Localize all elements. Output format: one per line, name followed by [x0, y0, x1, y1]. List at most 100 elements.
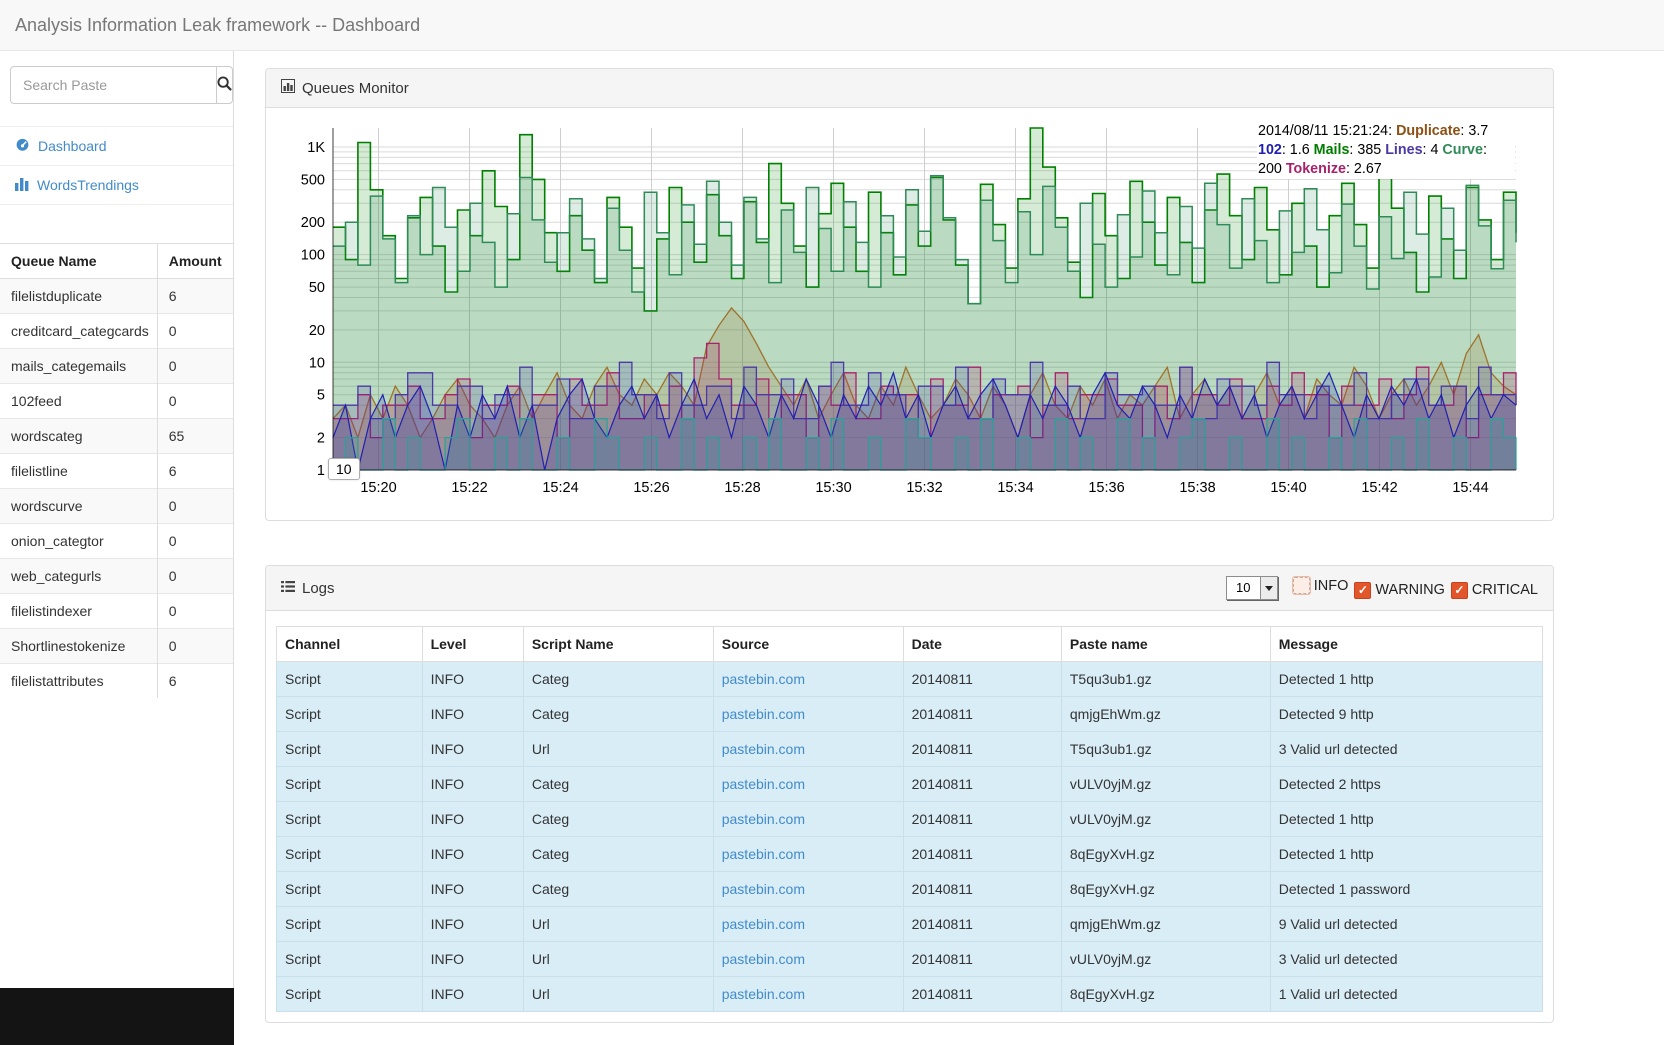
log-source-link[interactable]: pastebin.com [713, 872, 903, 907]
log-cell: INFO [422, 942, 523, 977]
svg-text:15:36: 15:36 [1088, 480, 1124, 496]
log-cell: Detected 2 https [1270, 767, 1542, 802]
log-cell: Script [277, 662, 423, 697]
svg-text:15:28: 15:28 [724, 480, 760, 496]
svg-text:15:30: 15:30 [815, 480, 851, 496]
filter-label: CRITICAL [1472, 582, 1538, 598]
log-cell: INFO [422, 767, 523, 802]
log-cell: INFO [422, 662, 523, 697]
log-source-link[interactable]: pastebin.com [713, 837, 903, 872]
top-navbar: Analysis Information Leak framework -- D… [0, 0, 1664, 51]
log-cell: 20140811 [903, 697, 1061, 732]
logs-column-header: Script Name [523, 627, 713, 662]
log-cell: Detected 9 http [1270, 697, 1542, 732]
svg-text:15:20: 15:20 [360, 480, 396, 496]
logs-column-header: Source [713, 627, 903, 662]
sidebar-item-label: Dashboard [38, 138, 107, 154]
sidebar: Dashboard WordsTrendings Queue Name Amou… [0, 51, 234, 1045]
search-group [10, 66, 223, 104]
queue-table-cell: 0 [157, 594, 233, 629]
svg-text:15:42: 15:42 [1361, 480, 1397, 496]
app-title: Analysis Information Leak framework -- D… [15, 15, 420, 36]
log-source-link[interactable]: pastebin.com [713, 662, 903, 697]
log-cell: 3 Valid url detected [1270, 942, 1542, 977]
queue-table-cell: mails_categemails [0, 349, 157, 384]
log-cell: T5qu3ub1.gz [1061, 732, 1270, 767]
logs-column-header: Level [422, 627, 523, 662]
sidebar-item-label: WordsTrendings [37, 177, 139, 193]
queue-table-cell: 65 [157, 419, 233, 454]
checkbox-unchecked-icon[interactable] [1293, 577, 1310, 594]
log-source-link[interactable]: pastebin.com [713, 802, 903, 837]
queue-table-row: onion_categtor0 [0, 524, 233, 559]
log-cell: 8qEgyXvH.gz [1061, 837, 1270, 872]
log-cell: 20140811 [903, 802, 1061, 837]
logs-column-header: Channel [277, 627, 423, 662]
log-source-link[interactable]: pastebin.com [713, 942, 903, 977]
filter-critical[interactable]: ✓CRITICAL [1451, 582, 1538, 599]
log-cell: Script [277, 837, 423, 872]
log-row: ScriptINFOUrlpastebin.com20140811vULV0yj… [277, 942, 1543, 977]
log-cell: Url [523, 977, 713, 1012]
logs-column-header: Date [903, 627, 1061, 662]
filter-warning[interactable]: ✓WARNING [1354, 582, 1445, 599]
log-row: ScriptINFOCategpastebin.com201408118qEgy… [277, 872, 1543, 907]
sidebar-item-wordstrendings[interactable]: WordsTrendings [0, 166, 233, 205]
log-cell: 20140811 [903, 767, 1061, 802]
search-input[interactable] [10, 66, 216, 104]
checkbox-checked-icon[interactable]: ✓ [1354, 582, 1371, 599]
queue-table-row: wordscurve0 [0, 489, 233, 524]
queue-table-cell: 0 [157, 384, 233, 419]
log-cell: Script [277, 802, 423, 837]
log-cell: Detected 1 http [1270, 802, 1542, 837]
log-cell: Categ [523, 802, 713, 837]
log-cell: 8qEgyXvH.gz [1061, 977, 1270, 1012]
svg-text:1: 1 [317, 463, 325, 479]
log-cell: INFO [422, 872, 523, 907]
log-cell: INFO [422, 697, 523, 732]
logs-table: ChannelLevelScript NameSourceDatePaste n… [276, 626, 1543, 1012]
log-cell: vULV0yjM.gz [1061, 942, 1270, 977]
queue-table-cell: 0 [157, 629, 233, 664]
queue-table-row: filelistduplicate6 [0, 279, 233, 314]
roller-input[interactable] [328, 458, 360, 480]
queue-table-cell: creditcard_categcards [0, 314, 157, 349]
log-cell: Url [523, 907, 713, 942]
log-cell: INFO [422, 907, 523, 942]
queue-table-row: creditcard_categcards0 [0, 314, 233, 349]
search-button[interactable] [216, 66, 233, 104]
log-source-link[interactable]: pastebin.com [713, 907, 903, 942]
log-source-link[interactable]: pastebin.com [713, 767, 903, 802]
page-size-select[interactable]: 10 [1226, 576, 1278, 600]
logs-controls: 10 INFO✓WARNING✓CRITICAL [1226, 576, 1538, 600]
svg-text:15:24: 15:24 [542, 480, 578, 496]
logs-body: ChannelLevelScript NameSourceDatePaste n… [266, 611, 1553, 1022]
queue-table-row: filelistline6 [0, 454, 233, 489]
log-row: ScriptINFOCategpastebin.com20140811vULV0… [277, 802, 1543, 837]
queue-table-row: mails_categemails0 [0, 349, 233, 384]
checkbox-checked-icon[interactable]: ✓ [1451, 582, 1468, 599]
svg-text:5: 5 [317, 388, 325, 404]
queue-table-row: 102feed0 [0, 384, 233, 419]
svg-text:100: 100 [301, 248, 325, 264]
bar-chart-icon [15, 177, 29, 194]
log-source-link[interactable]: pastebin.com [713, 697, 903, 732]
log-cell: Script [277, 977, 423, 1012]
log-level-filters: INFO✓WARNING✓CRITICAL [1287, 577, 1538, 599]
log-cell: 1 Valid url detected [1270, 977, 1542, 1012]
stats-icon [281, 79, 295, 97]
log-cell: Categ [523, 697, 713, 732]
log-source-link[interactable]: pastebin.com [713, 732, 903, 767]
log-source-link[interactable]: pastebin.com [713, 977, 903, 1012]
log-cell: Detected 1 password [1270, 872, 1542, 907]
filter-info[interactable]: INFO [1293, 577, 1349, 594]
log-row: ScriptINFOCategpastebin.com201408118qEgy… [277, 837, 1543, 872]
svg-text:15:44: 15:44 [1452, 480, 1488, 496]
sidebar-item-dashboard[interactable]: Dashboard [0, 127, 233, 166]
queues-monitor-panel: Queues Monitor 15:2015:2215:2415:2615:28… [265, 68, 1554, 521]
search-icon [217, 76, 232, 94]
queue-table-row: filelistindexer0 [0, 594, 233, 629]
queue-table-cell: Shortlinestokenize [0, 629, 157, 664]
queue-table-cell: wordscurve [0, 489, 157, 524]
log-cell: INFO [422, 802, 523, 837]
